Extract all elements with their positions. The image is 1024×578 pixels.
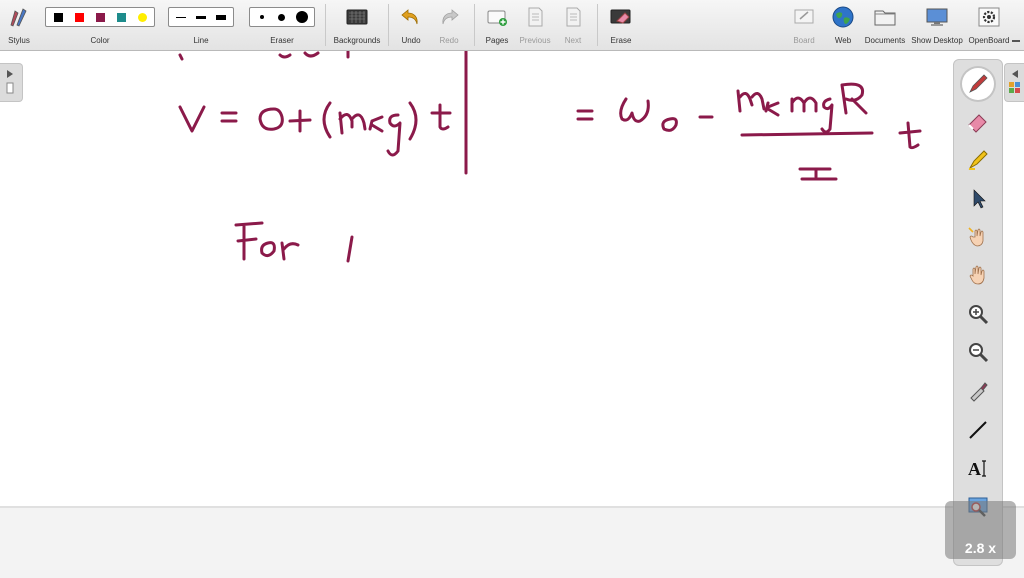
line-tool-button[interactable] <box>963 415 993 445</box>
eraser-label: Eraser <box>270 36 294 45</box>
globe-icon <box>832 6 854 28</box>
previous-button[interactable]: Previous <box>518 0 552 50</box>
text-icon: A <box>968 459 986 479</box>
color-swatch-red[interactable] <box>70 10 88 24</box>
text-tool-button[interactable]: A <box>963 453 993 483</box>
color-picker-icon <box>970 382 988 402</box>
redo-button[interactable]: Redo <box>434 0 464 50</box>
eraser-sizes <box>249 7 315 27</box>
board-label: Board <box>793 36 815 45</box>
erase-button[interactable]: Erase <box>604 0 638 50</box>
folder-icon <box>874 10 896 26</box>
color-label: Color <box>90 36 110 45</box>
next-label: Next <box>564 36 582 45</box>
board-button[interactable]: Board <box>788 0 820 50</box>
highlighter-icon <box>968 150 988 170</box>
laser-pointer-tool-button[interactable] <box>963 376 993 406</box>
eraser-large-button[interactable] <box>294 10 311 24</box>
eraser-tool-button[interactable] <box>963 107 993 137</box>
expand-right-icon <box>1009 70 1020 93</box>
line-thin-button[interactable] <box>172 10 189 24</box>
color-swatch-black[interactable] <box>49 10 67 24</box>
stylus-palette: A <box>953 59 1003 566</box>
hand-icon <box>969 265 985 285</box>
page-margin <box>0 506 1024 578</box>
toolbar-divider <box>388 4 389 46</box>
hand-tool-button[interactable] <box>963 260 993 290</box>
line-icon <box>969 421 987 439</box>
highlighter-tool-button[interactable] <box>963 145 993 175</box>
color-group: Color <box>45 0 155 50</box>
eraser-medium-button[interactable] <box>273 10 290 24</box>
backgrounds-icon <box>346 9 368 25</box>
pointer-icon <box>973 189 986 209</box>
undo-button[interactable]: Undo <box>396 0 426 50</box>
zoom-out-icon <box>969 343 989 363</box>
redo-label: Redo <box>439 36 459 45</box>
handwritten-ink <box>178 49 922 263</box>
documents-label: Documents <box>864 36 906 45</box>
pages-button[interactable]: Pages <box>482 0 512 50</box>
toolbar-divider <box>597 4 598 46</box>
zoom-in-tool-button[interactable] <box>963 299 993 329</box>
color-swatches <box>45 7 155 27</box>
pen-tool-button[interactable] <box>962 68 994 100</box>
library-toggle[interactable] <box>1004 63 1024 102</box>
documents-button[interactable]: Documents <box>862 0 908 50</box>
undo-label: Undo <box>401 36 421 45</box>
zoom-in-icon <box>969 305 989 325</box>
eraser-icon <box>968 114 987 133</box>
previous-label: Previous <box>519 36 551 45</box>
expand-left-icon <box>6 70 14 94</box>
zoom-level: 2.8 x <box>964 540 997 556</box>
top-toolbar: Stylus Color Line Eraser Backgrounds Und… <box>0 0 1024 51</box>
web-label: Web <box>834 36 852 45</box>
color-swatch-maroon[interactable] <box>91 10 109 24</box>
line-label: Line <box>193 36 209 45</box>
color-swatch-yellow[interactable] <box>133 10 151 24</box>
erase-all-icon <box>610 9 631 24</box>
backgrounds-label: Backgrounds <box>333 36 381 45</box>
openboard-menu-button[interactable]: OpenBoard <box>966 0 1012 50</box>
previous-page-icon <box>528 7 543 27</box>
interact-tool-button[interactable] <box>963 222 993 252</box>
line-group: Line <box>168 0 234 50</box>
openboard-label: OpenBoard <box>968 36 1010 45</box>
toolbar-divider <box>474 4 475 46</box>
zoom-indicator: 2.8 x <box>945 501 1016 559</box>
desktop-icon <box>926 8 948 26</box>
show-desktop-label: Show Desktop <box>911 36 963 45</box>
color-swatch-teal[interactable] <box>112 10 130 24</box>
next-button[interactable]: Next <box>558 0 588 50</box>
laser-hand-icon <box>968 227 984 247</box>
gear-icon <box>978 7 1000 27</box>
select-tool-button[interactable] <box>963 184 993 214</box>
stylus-icon <box>10 8 27 27</box>
eraser-group: Eraser <box>249 0 315 50</box>
erase-label: Erase <box>610 36 632 45</box>
whiteboard-canvas[interactable] <box>0 49 950 506</box>
redo-icon <box>442 9 459 25</box>
line-thick-button[interactable] <box>213 10 230 24</box>
page-thumbnails-toggle[interactable] <box>0 63 23 102</box>
line-widths <box>168 7 234 27</box>
pen-icon <box>969 74 988 93</box>
svg-text:A: A <box>968 459 981 479</box>
minimize-icon[interactable] <box>1012 40 1020 42</box>
undo-icon <box>401 9 418 25</box>
show-desktop-button[interactable]: Show Desktop <box>910 0 964 50</box>
backgrounds-button[interactable]: Backgrounds <box>330 0 384 50</box>
toolbar-divider <box>325 4 326 46</box>
board-icon <box>794 9 814 24</box>
pages-label: Pages <box>485 36 509 45</box>
eraser-small-button[interactable] <box>253 10 270 24</box>
stylus-label: Stylus <box>8 36 30 45</box>
stylus-button[interactable]: Stylus <box>4 0 34 50</box>
next-page-icon <box>566 7 581 27</box>
zoom-out-tool-button[interactable] <box>963 337 993 367</box>
line-medium-button[interactable] <box>192 10 209 24</box>
web-button[interactable]: Web <box>828 0 858 50</box>
new-page-icon <box>487 10 507 26</box>
